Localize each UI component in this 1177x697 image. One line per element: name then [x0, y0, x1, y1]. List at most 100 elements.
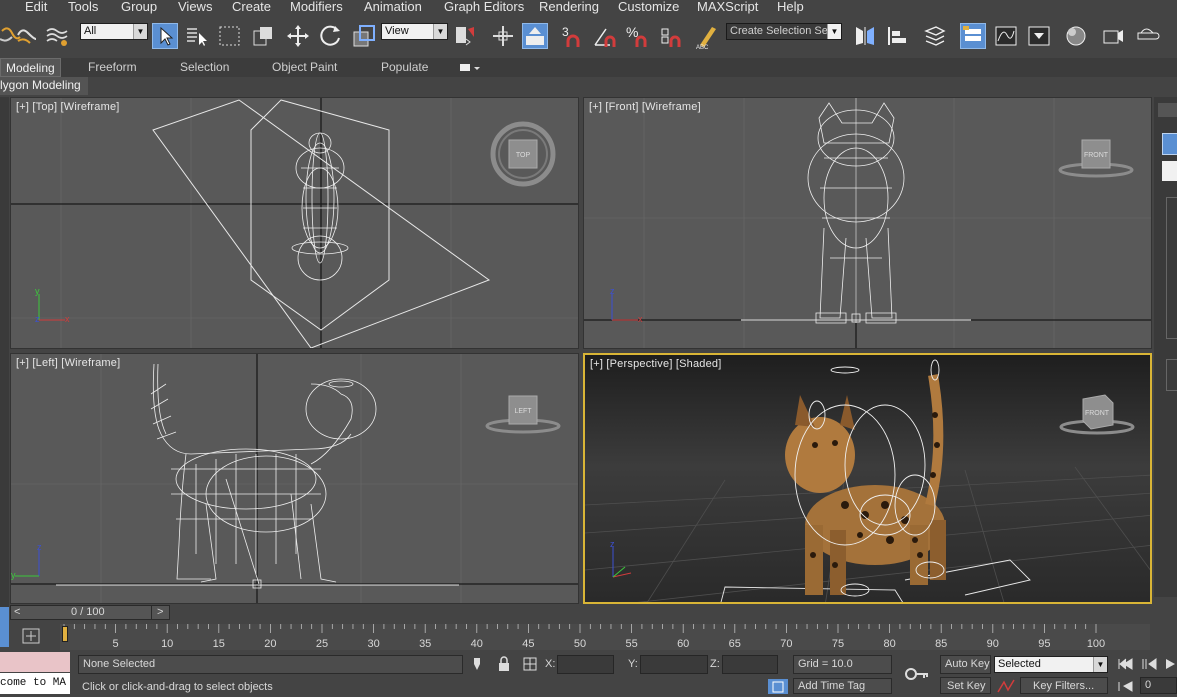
window-crossing-icon[interactable] [250, 23, 276, 49]
tab-object-paint[interactable]: Object Paint [272, 58, 337, 77]
time-slider-prev-button[interactable]: < [14, 606, 20, 618]
tab-populate[interactable]: Populate [381, 58, 428, 77]
y-coordinate-field[interactable] [640, 655, 708, 674]
snaps-toggle-icon[interactable]: 3 [560, 23, 586, 49]
mirror-icon[interactable] [852, 23, 878, 49]
set-keys-key-icon[interactable] [904, 664, 930, 684]
key-tangent-icon[interactable] [996, 678, 1016, 694]
key-mode-toggle-icon[interactable] [1116, 679, 1136, 694]
select-object-button[interactable] [152, 23, 178, 49]
polygon-modeling-label: lygon Modeling [0, 78, 81, 92]
viewport-perspective[interactable]: z FRONT [+] [Perspective] [Shaded] [583, 353, 1152, 604]
menu-graph-editors[interactable]: Graph Editors [444, 0, 524, 16]
menu-modifiers[interactable]: Modifiers [290, 0, 343, 16]
left-wireframe-scene: z y LEFT [11, 354, 578, 603]
rectangular-selection-icon[interactable] [217, 23, 243, 49]
tab-selection[interactable]: Selection [180, 58, 229, 77]
menu-create[interactable]: Create [232, 0, 271, 16]
menu-views[interactable]: Views [178, 0, 212, 16]
key-mode-dropdown[interactable]: Selected ▼ [994, 656, 1108, 673]
keyboard-icon [526, 27, 544, 45]
chevron-down-icon: ▼ [133, 24, 147, 39]
ribbon-options-button[interactable] [458, 58, 484, 77]
move-icon[interactable] [285, 23, 311, 49]
rotate-icon[interactable] [318, 23, 344, 49]
mini-curve-editor-toggle[interactable] [20, 626, 44, 646]
track-bar-ticks: 5 10 15 20 25 30 35 40 45 50 55 60 65 70 75 80 85 90 95 100 [63, 624, 1105, 650]
keyboard-shortcut-override-button[interactable] [522, 23, 548, 49]
menu-help[interactable]: Help [777, 0, 804, 16]
selection-filter-dropdown[interactable]: All ▼ [80, 23, 148, 40]
isolate-selection-icon[interactable] [470, 656, 484, 672]
prompt-line: Click or click-and-drag to select object… [78, 678, 768, 694]
edit-named-selection-icon[interactable]: ABC [694, 23, 720, 51]
layer-explorer-button[interactable] [960, 23, 986, 49]
menu-customize[interactable]: Customize [618, 0, 679, 16]
previous-frame-icon[interactable] [1140, 656, 1160, 672]
absolute-mode-transform-icon[interactable] [522, 655, 538, 673]
command-panel [1154, 97, 1177, 597]
create-tab-icon[interactable] [1158, 103, 1177, 117]
object-type-dropdown[interactable] [1162, 161, 1177, 181]
time-tag-icon[interactable] [768, 679, 788, 694]
menu-maxscript[interactable]: MAXScript [697, 0, 758, 16]
percent-snap-icon[interactable]: % [625, 23, 651, 49]
set-key-button[interactable]: Set Key [940, 677, 991, 694]
viewport-top[interactable]: y z x TOP [+] [Top] [Wireframe] [10, 97, 579, 349]
geometry-category-button[interactable] [1162, 133, 1177, 155]
render-setup-icon[interactable] [1100, 23, 1126, 49]
pivot-center-icon[interactable] [452, 23, 478, 49]
scene-explorer-icon[interactable] [922, 23, 948, 49]
menu-animation[interactable]: Animation [364, 0, 422, 16]
key-filters-button[interactable]: Key Filters... [1020, 677, 1108, 694]
maxscript-listener-pink[interactable] [0, 652, 70, 672]
bind-space-warp-icon[interactable] [44, 23, 70, 49]
viewport-label-front[interactable]: [+] [Front] [Wireframe] [589, 101, 701, 113]
polygon-modeling-panel[interactable]: lygon Modeling [0, 77, 88, 95]
cursor-arrow-icon [160, 26, 174, 46]
menu-edit[interactable]: Edit [25, 0, 47, 16]
schematic-view-icon[interactable] [1026, 23, 1052, 49]
menu-rendering[interactable]: Rendering [539, 0, 599, 16]
track-bar[interactable]: 5 10 15 20 25 30 35 40 45 50 55 60 65 70 75 80 85 90 95 100 [60, 624, 1150, 650]
auto-key-button[interactable]: Auto Key [940, 655, 991, 674]
time-slider-next-button[interactable]: > [157, 606, 163, 618]
angle-snap-icon[interactable] [592, 23, 618, 49]
x-coordinate-field[interactable] [557, 655, 614, 674]
menu-group[interactable]: Group [121, 0, 157, 16]
reference-coordinate-value: View [385, 25, 409, 37]
select-by-name-icon[interactable] [184, 23, 210, 49]
play-icon[interactable] [1163, 656, 1177, 672]
maxscript-listener-text: come to MA [0, 677, 67, 689]
track-tick-label: 10 [161, 638, 173, 650]
scale-icon[interactable] [351, 23, 377, 49]
z-coordinate-field[interactable] [722, 655, 778, 674]
go-to-start-icon[interactable] [1116, 656, 1136, 672]
viewport-layout-tab[interactable] [0, 607, 9, 647]
select-manipulate-icon[interactable] [490, 23, 516, 49]
chevron-down-icon [460, 64, 480, 71]
curve-editor-icon[interactable] [993, 23, 1019, 49]
maxscript-listener-white[interactable]: come to MA [0, 673, 70, 694]
add-time-tag-label: Add Time Tag [798, 680, 866, 692]
menu-tools[interactable]: Tools [68, 0, 98, 16]
viewport-label-top[interactable]: [+] [Top] [Wireframe] [16, 101, 120, 113]
viewport-label-perspective[interactable]: [+] [Perspective] [Shaded] [590, 358, 721, 370]
tab-freeform[interactable]: Freeform [88, 58, 137, 77]
viewport-label-left[interactable]: [+] [Left] [Wireframe] [16, 357, 120, 369]
tab-modeling[interactable]: Modeling [0, 58, 61, 77]
align-icon[interactable] [885, 23, 911, 49]
spinner-snap-icon[interactable] [658, 23, 684, 49]
selection-lock-icon[interactable] [497, 656, 511, 672]
render-frame-icon[interactable] [1135, 23, 1161, 49]
select-and-link-icon[interactable] [14, 23, 40, 49]
reference-coordinate-dropdown[interactable]: View ▼ [381, 23, 448, 40]
current-frame-indicator[interactable] [62, 626, 68, 642]
current-frame-field[interactable]: 0 [1140, 677, 1177, 694]
viewport-front[interactable]: z x FRONT [+] [Front] [Wireframe] [583, 97, 1152, 349]
material-editor-icon[interactable] [1063, 23, 1089, 49]
time-slider[interactable]: < 0 / 100 > [10, 605, 170, 620]
named-selection-sets-dropdown[interactable]: Create Selection Se ▼ [726, 23, 842, 40]
add-time-tag-button[interactable]: Add Time Tag [793, 678, 892, 694]
viewport-left[interactable]: z y LEFT [+] [Left] [Wireframe] [10, 353, 579, 604]
